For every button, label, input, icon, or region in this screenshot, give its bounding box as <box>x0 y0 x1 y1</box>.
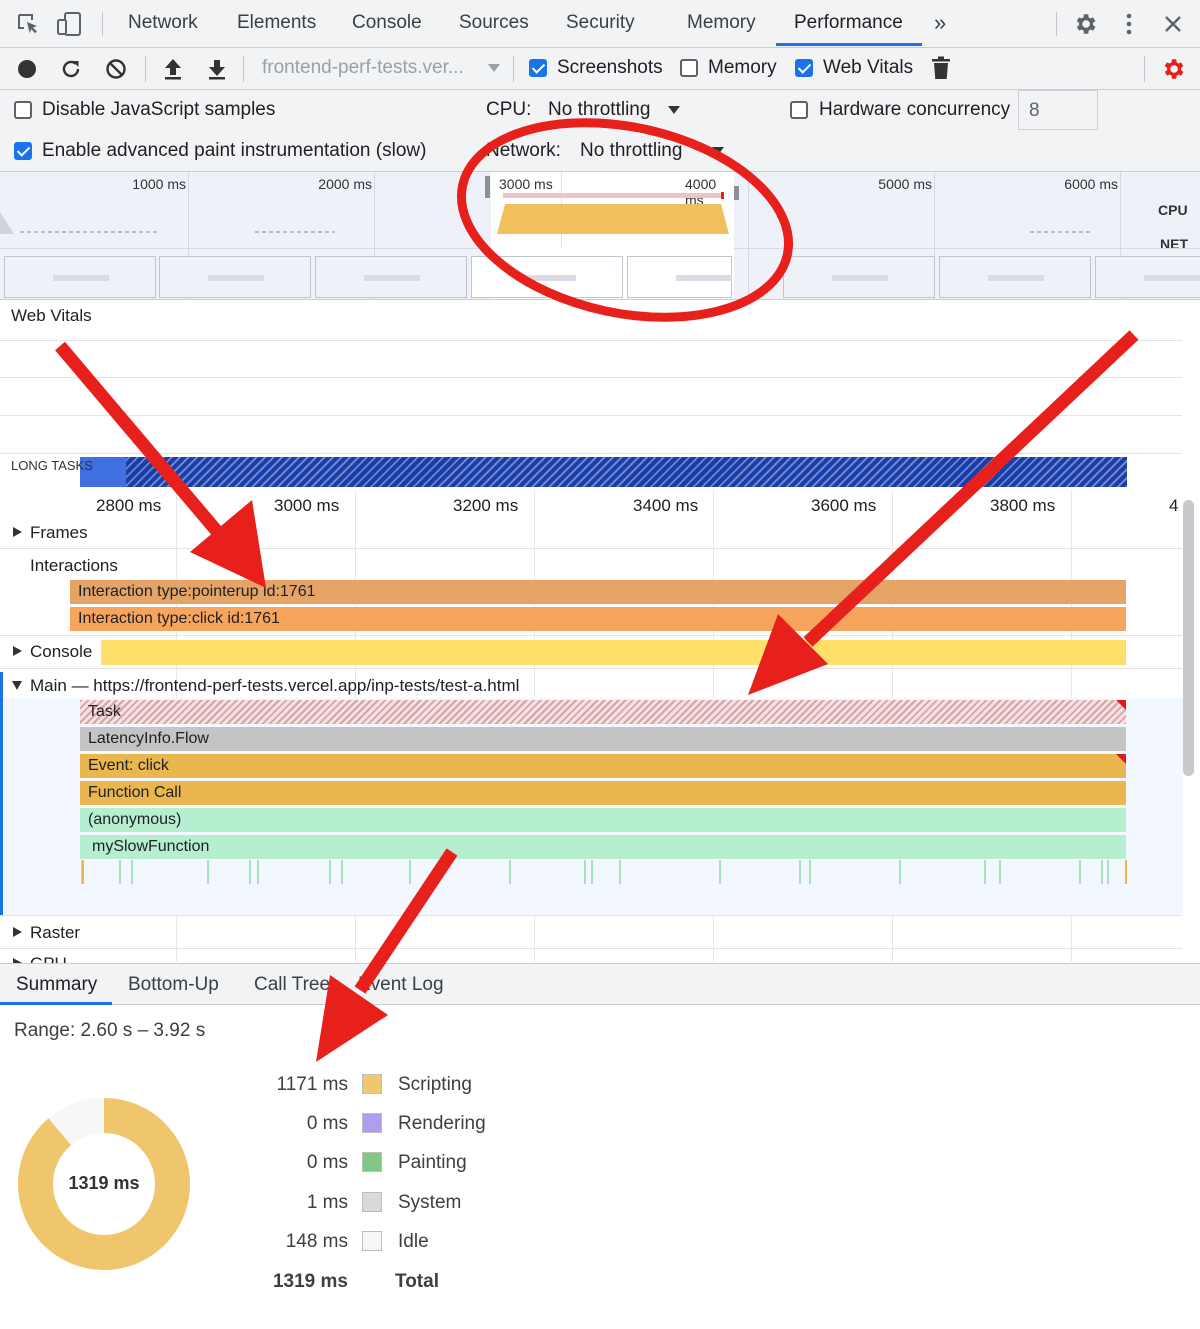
annotation-overlay <box>55 118 1139 1062</box>
annotation-arrow <box>748 330 1139 695</box>
annotation-circle <box>456 118 794 322</box>
annotation-arrow <box>316 848 458 1062</box>
annotation-arrow <box>55 341 266 588</box>
